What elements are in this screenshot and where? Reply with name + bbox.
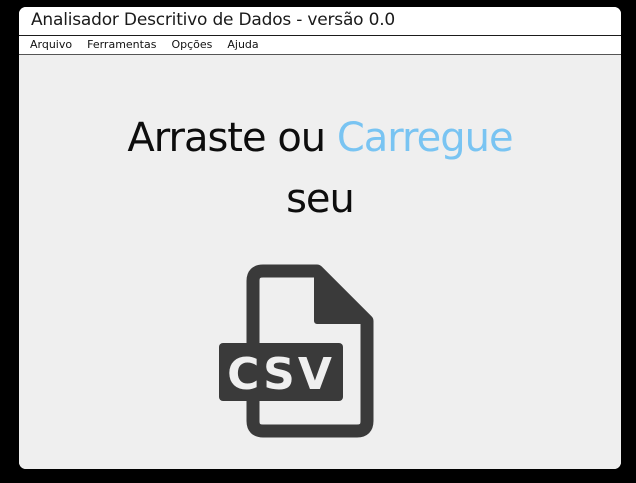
window-title: Analisador Descritivo de Dados - versão …	[31, 10, 396, 30]
title-bar: Analisador Descritivo de Dados - versão …	[19, 7, 621, 36]
menu-ferramentas[interactable]: Ferramentas	[79, 36, 163, 54]
menu-arquivo[interactable]: Arquivo	[19, 36, 79, 54]
menu-ajuda[interactable]: Ajuda	[219, 36, 265, 54]
app-window: Analisador Descritivo de Dados - versão …	[19, 7, 621, 469]
drop-prompt-line-1: Arraste ou Carregue	[19, 115, 621, 161]
csv-file-icon[interactable]: CSV	[217, 261, 377, 439]
file-drop-zone[interactable]: Arraste ou Carregue seu CSV	[19, 55, 621, 469]
drop-prompt-text: Arraste ou	[127, 115, 337, 161]
drop-prompt-line-2: seu	[286, 176, 355, 222]
upload-link[interactable]: Carregue	[337, 115, 514, 161]
folded-corner	[314, 268, 370, 324]
csv-label: CSV	[227, 349, 335, 400]
menu-bar: Arquivo Ferramentas Opções Ajuda	[19, 36, 621, 55]
menu-opcoes[interactable]: Opções	[163, 36, 219, 54]
